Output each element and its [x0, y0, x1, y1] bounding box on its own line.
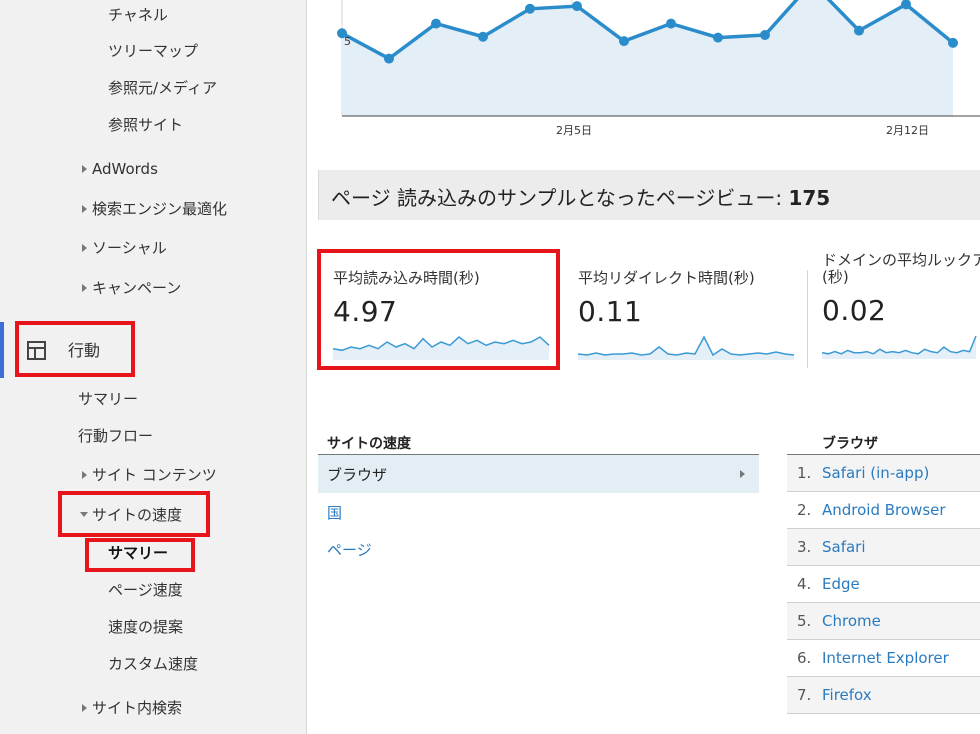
data-point[interactable] — [666, 18, 676, 29]
sidebar-item-label: サイト コンテンツ — [92, 466, 217, 484]
sparkline-area — [578, 337, 794, 360]
data-point[interactable] — [713, 32, 723, 43]
x-tick-label: 2月5日 — [556, 124, 592, 137]
metric-value: 0.02 — [822, 294, 887, 327]
sidebar-item-treemap[interactable]: ツリーマップ — [108, 41, 198, 61]
browser-link[interactable]: Internet Explorer — [822, 649, 949, 667]
sidebar-item-page-timings[interactable]: ページ速度 — [108, 580, 183, 600]
sparkline-area — [822, 336, 976, 359]
x-tick-label: 2月12日 — [886, 124, 929, 137]
sidebar-item-social[interactable]: ソーシャル — [82, 238, 167, 258]
data-point[interactable] — [854, 25, 864, 36]
browser-link[interactable]: Safari — [822, 538, 866, 556]
metric-divider — [807, 270, 808, 368]
browser-link[interactable]: Safari (in-app) — [822, 464, 929, 482]
sidebar-item-campaigns[interactable]: キャンペーン — [82, 278, 181, 298]
sidebar-item-adwords[interactable]: AdWords — [82, 159, 158, 179]
site-speed-title: サイトの速度 — [327, 436, 411, 452]
chevron-right-icon — [740, 470, 745, 478]
browser-list: 1. Safari (in-app) 2. Android Browser 3. Sa… — [787, 455, 980, 714]
highlight-box-speed-overview — [85, 538, 195, 572]
active-section-indicator — [0, 322, 4, 378]
data-point[interactable] — [948, 37, 958, 48]
list-item: 7. Firefox — [787, 677, 980, 714]
sparkline-line — [821, 335, 977, 355]
sidebar-item-referrals[interactable]: 参照サイト — [108, 115, 183, 135]
metric-avg-redirect-time[interactable]: 平均リダイレクト時間(秒) 0.11 — [577, 252, 796, 360]
list-item: 5. Chrome — [787, 603, 980, 640]
sidebar-item-seo[interactable]: 検索エンジン最適化 — [82, 199, 227, 219]
sidebar-item-behavior-flow[interactable]: 行動フロー — [78, 426, 153, 446]
highlight-box-site-speed — [58, 491, 210, 537]
metric-label: 平均リダイレクト時間(秒) — [578, 269, 755, 287]
browser-table-title: ブラウザ — [822, 436, 878, 452]
series-area — [342, 0, 953, 116]
browser-link[interactable]: Android Browser — [822, 501, 946, 519]
sample-pageviews-text: ページ 読み込みのサンプルとなったページビュー: 175 — [331, 182, 830, 211]
highlight-box-behavior — [15, 321, 135, 377]
sidebar-item-channels[interactable]: チャネル — [108, 5, 168, 25]
sidebar-item-label: AdWords — [92, 160, 158, 178]
data-point[interactable] — [478, 31, 488, 42]
row-number: 3. — [797, 538, 812, 556]
dimension-label: ブラウザ — [327, 466, 388, 484]
sidebar-item-label: キャンペーン — [92, 279, 182, 297]
sample-pageviews-label: ページ 読み込みのサンプルとなったページビュー: — [331, 186, 789, 210]
sample-pageviews-bar: ページ 読み込みのサンプルとなったページビュー: 175 — [318, 170, 980, 220]
data-point[interactable] — [619, 36, 629, 47]
data-point[interactable] — [384, 53, 394, 64]
metric-sparkline — [821, 335, 977, 359]
data-point[interactable] — [572, 1, 582, 12]
expand-arrow-icon — [82, 704, 87, 712]
browser-link[interactable]: Chrome — [822, 612, 881, 630]
dimension-page-link[interactable]: ページ — [327, 539, 372, 560]
data-point[interactable] — [760, 30, 770, 40]
sidebar-item-behavior-overview[interactable]: サマリー — [78, 389, 138, 409]
sidebar: チャネル ツリーマップ 参照元/メディア 参照サイト AdWords 検索エンジ… — [0, 0, 307, 734]
row-number: 4. — [797, 575, 812, 593]
list-item: 4. Edge — [787, 566, 980, 603]
expand-arrow-icon — [82, 165, 87, 173]
dimension-browser[interactable]: ブラウザ — [318, 455, 759, 493]
browser-link[interactable]: Edge — [822, 575, 860, 593]
list-item: 1. Safari (in-app) — [787, 455, 980, 492]
sidebar-item-speed-suggestions[interactable]: 速度の提案 — [108, 617, 183, 637]
list-item: 3. Safari — [787, 529, 980, 566]
data-point[interactable] — [525, 3, 535, 14]
highlight-box-avg-load-time — [317, 249, 560, 370]
sparkline-line — [577, 335, 795, 357]
sidebar-item-source-medium[interactable]: 参照元/メディア — [108, 78, 217, 98]
data-point[interactable] — [431, 18, 441, 29]
browser-link[interactable]: Firefox — [822, 686, 872, 704]
expand-arrow-icon — [82, 205, 87, 213]
line-chart: 5 2月5日 2月12日 — [308, 0, 980, 150]
row-number: 1. — [797, 464, 812, 482]
list-item: 2. Android Browser — [787, 492, 980, 529]
sample-pageviews-value: 175 — [788, 186, 831, 210]
expand-arrow-icon — [82, 471, 87, 479]
metric-label: ドメインの平均ルックア — [822, 251, 980, 269]
sidebar-item-user-timings[interactable]: カスタム速度 — [108, 654, 198, 674]
sidebar-item-label: サイト内検索 — [92, 699, 183, 717]
dimension-country-link[interactable]: 国 — [327, 502, 342, 523]
metric-value: 0.11 — [578, 295, 643, 328]
sidebar-item-label: ソーシャル — [92, 239, 167, 257]
row-number: 5. — [797, 612, 812, 630]
expand-arrow-icon — [82, 284, 87, 292]
row-number: 2. — [797, 501, 812, 519]
sidebar-item-label: 検索エンジン最適化 — [92, 200, 228, 218]
row-number: 6. — [797, 649, 812, 667]
metric-sparkline — [577, 335, 795, 360]
metric-label-line-2: (秒) — [822, 268, 849, 286]
line-chart-svg: 5 2月5日 2月12日 — [337, 0, 980, 137]
y-tick-label: 5 — [344, 35, 351, 48]
metric-avg-domain-lookup-time[interactable]: ドメインの平均ルックア (秒) 0.02 — [821, 251, 980, 359]
expand-arrow-icon — [82, 244, 87, 252]
sidebar-item-site-content[interactable]: サイト コンテンツ — [82, 465, 217, 485]
sidebar-item-site-search[interactable]: サイト内検索 — [82, 698, 182, 718]
list-item: 6. Internet Explorer — [787, 640, 980, 677]
row-number: 7. — [797, 686, 812, 704]
